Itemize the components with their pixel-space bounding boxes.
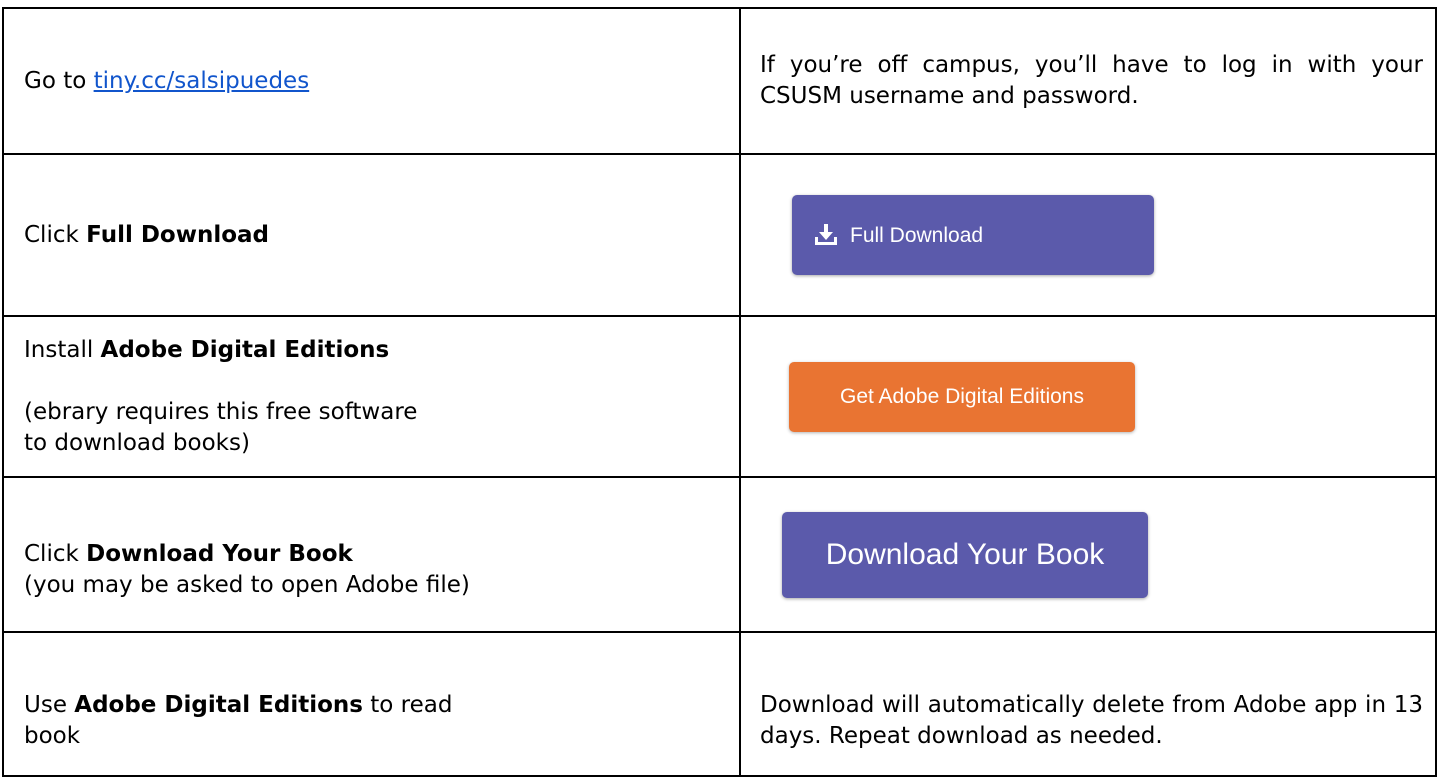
full-download-label: Full Download <box>850 223 984 247</box>
step-2-prefix: Click <box>24 221 87 248</box>
step-row-4: Click Download Your Book (you may be ask… <box>2 476 1437 633</box>
step-3-note-1: (ebrary requires this free software <box>24 398 418 425</box>
instructions-table: Go to tiny.cc/salsipuedes If you’re off … <box>2 7 1437 777</box>
step-1-prefix: Go to <box>24 67 94 94</box>
step-5-prefix: Use <box>24 692 75 718</box>
step-5-suffix: to read <box>362 692 453 718</box>
get-adobe-label: Get Adobe Digital Editions <box>840 385 1084 408</box>
off-campus-note: If you’re off campus, you’ll have to log… <box>760 52 1423 109</box>
download-icon <box>815 224 837 245</box>
step-row-2: Click Full Download Full Download <box>2 153 1437 317</box>
step-2-bold: Full Download <box>86 221 270 248</box>
salsipuedes-link[interactable]: tiny.cc/salsipuedes <box>94 68 310 94</box>
step-3-spacer <box>24 366 729 397</box>
step-3-heading: Install Adobe Digital Editions <box>24 335 729 366</box>
step-2-instruction: Click Full Download <box>2 153 741 317</box>
step-4-prefix: Click <box>24 540 87 567</box>
step-5-line-2: book <box>24 723 81 749</box>
full-download-button[interactable]: Full Download <box>792 195 1154 275</box>
step-4-button-cell: Download Your Book <box>739 476 1437 633</box>
step-1-instruction: Go to tiny.cc/salsipuedes <box>2 7 741 155</box>
step-3-instruction: Install Adobe Digital Editions (ebrary r… <box>2 315 741 478</box>
step-5-line-1: Use Adobe Digital Editions to read <box>24 690 729 721</box>
step-4-heading: Click Download Your Book <box>24 539 729 570</box>
step-row-3: Install Adobe Digital Editions (ebrary r… <box>2 315 1437 478</box>
step-3-bold: Adobe Digital Editions <box>100 336 390 363</box>
get-adobe-digital-editions-button[interactable]: Get Adobe Digital Editions <box>789 361 1135 432</box>
step-5-note-cell: Download will automatically delete from … <box>739 631 1437 777</box>
step-2-button-cell: Full Download <box>739 153 1437 317</box>
auto-delete-note: Download will automatically delete from … <box>760 692 1423 749</box>
step-row-1: Go to tiny.cc/salsipuedes If you’re off … <box>2 7 1437 155</box>
download-book-label: Download Your Book <box>825 538 1105 571</box>
step-3-button-cell: Get Adobe Digital Editions <box>739 315 1437 478</box>
step-3-note-2: to download books) <box>24 429 250 456</box>
step-4-instruction: Click Download Your Book (you may be ask… <box>2 476 741 633</box>
step-1-note-cell: If you’re off campus, you’ll have to log… <box>739 7 1437 155</box>
step-row-5: Use Adobe Digital Editions to read book … <box>2 631 1437 777</box>
step-5-instruction: Use Adobe Digital Editions to read book <box>2 631 741 777</box>
download-your-book-button[interactable]: Download Your Book <box>782 511 1148 598</box>
step-4-note: (you may be asked to open Adobe file) <box>24 571 470 598</box>
step-4-bold: Download Your Book <box>86 540 353 567</box>
step-3-prefix: Install <box>24 336 101 363</box>
step-5-bold: Adobe Digital Editions <box>74 692 363 718</box>
